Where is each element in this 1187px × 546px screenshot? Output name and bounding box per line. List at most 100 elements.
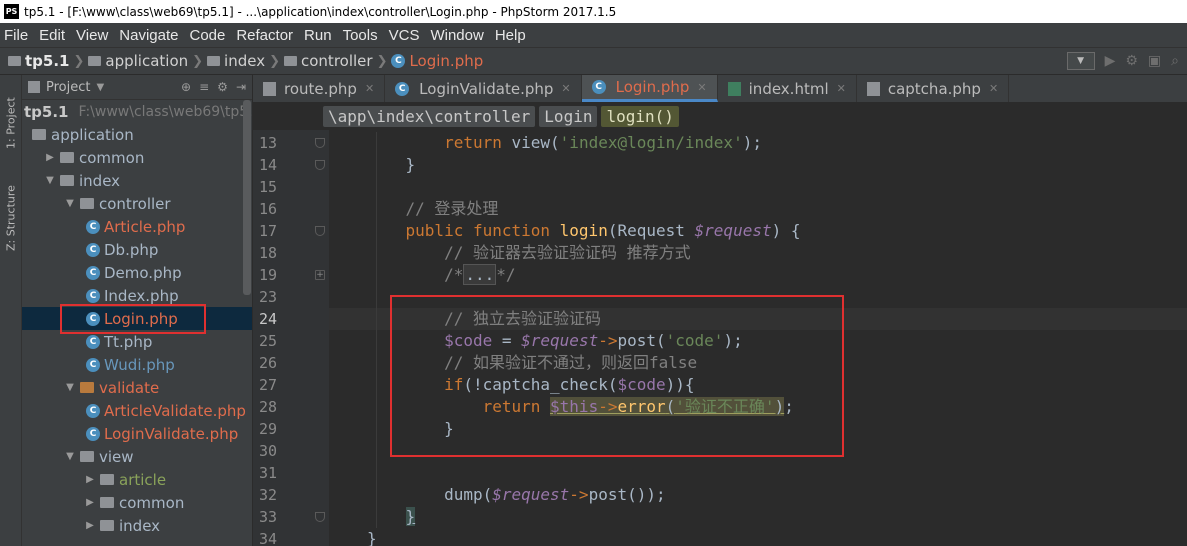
code-line[interactable]	[329, 440, 1187, 462]
project-tool-tab[interactable]: 1: Project	[0, 83, 22, 163]
close-icon[interactable]: ✕	[561, 82, 570, 95]
project-view-icon	[28, 81, 40, 93]
nav-crumb-controller[interactable]: controller ❯	[284, 52, 387, 70]
code-line[interactable]	[329, 176, 1187, 198]
chevron-right-icon[interactable]: ▶	[84, 520, 96, 531]
code-line[interactable]: }	[329, 528, 1187, 546]
tree-folder-item[interactable]: ▼ controller	[22, 192, 252, 215]
code-line[interactable]: }	[329, 154, 1187, 176]
editor-crumb[interactable]: Login	[539, 106, 598, 127]
scroll-from-source-icon[interactable]: ⊕	[181, 80, 191, 94]
chevron-down-icon[interactable]: ▼	[64, 451, 76, 462]
run-icon[interactable]: ▶	[1105, 53, 1116, 69]
menu-file[interactable]: File	[4, 27, 28, 44]
chevron-right-icon: ❯	[376, 53, 388, 69]
tree-folder-item[interactable]: ▶ index	[22, 514, 252, 537]
hide-panel-icon[interactable]: ⇥	[236, 80, 246, 94]
search-icon[interactable]: ⌕	[1171, 53, 1179, 69]
chevron-down-icon[interactable]: ▼	[44, 175, 56, 186]
tree-folder-item[interactable]: ▶ article	[22, 468, 252, 491]
nav-crumb-index[interactable]: index ❯	[207, 52, 280, 70]
chevron-down-icon[interactable]: ▼	[64, 382, 76, 393]
debug-icon[interactable]: ⚙	[1125, 53, 1138, 69]
menu-vcs[interactable]: VCS	[389, 27, 420, 44]
tab-index-html[interactable]: index.html ✕	[718, 75, 857, 102]
editor-crumb[interactable]: \app\index\controller	[323, 106, 536, 127]
tree-folder-item[interactable]: ▼ view	[22, 445, 252, 468]
code-line[interactable]: // 如果验证不通过，则返回false	[329, 352, 1187, 374]
tree-file-item[interactable]: C Tt.php	[22, 330, 252, 353]
tree-folder-item[interactable]: application	[22, 123, 252, 146]
tree-file-item[interactable]: C LoginValidate.php	[22, 422, 252, 445]
tree-file-item[interactable]: C Db.php	[22, 238, 252, 261]
fold-marker-icon[interactable]	[315, 512, 325, 522]
fold-marker-icon[interactable]	[315, 138, 325, 148]
tree-file-item[interactable]: C Demo.php	[22, 261, 252, 284]
close-icon[interactable]: ✕	[365, 82, 374, 95]
tree-folder-item[interactable]: ▼ index	[22, 169, 252, 192]
menu-view[interactable]: View	[76, 27, 108, 44]
line-number: 13	[258, 134, 277, 152]
fold-marker-icon[interactable]	[315, 226, 325, 236]
close-icon[interactable]: ✕	[989, 82, 998, 95]
code-line[interactable]: // 独立去验证验证码	[329, 308, 1187, 330]
fold-marker-icon[interactable]	[315, 160, 325, 170]
tab-login-php[interactable]: C Login.php ✕	[581, 75, 718, 102]
menu-refactor[interactable]: Refactor	[236, 27, 293, 44]
code-line[interactable]	[329, 462, 1187, 484]
tree-file-item[interactable]: C Article.php	[22, 215, 252, 238]
menu-window[interactable]: Window	[430, 27, 483, 44]
run-config-dropdown-icon[interactable]: ▼	[1066, 52, 1095, 70]
tree-folder-item[interactable]: tp5.1 F:\www\class\web69\tp5.1	[22, 100, 252, 123]
folded-code[interactable]: ...	[463, 264, 497, 285]
tree-folder-item[interactable]: ▶ common	[22, 491, 252, 514]
project-panel-title[interactable]: Project	[46, 80, 90, 95]
folder-icon	[80, 382, 94, 393]
chevron-right-icon[interactable]: ▶	[84, 474, 96, 485]
code-line[interactable]: public function login(Request $request) …	[329, 220, 1187, 242]
menu-code[interactable]: Code	[189, 27, 225, 44]
menu-edit[interactable]: Edit	[39, 27, 65, 44]
tree-folder-item[interactable]: ▶ common	[22, 146, 252, 169]
menu-run[interactable]: Run	[304, 27, 332, 44]
menu-navigate[interactable]: Navigate	[119, 27, 178, 44]
menu-tools[interactable]: Tools	[343, 27, 378, 44]
nav-crumb-login-file[interactable]: C Login.php	[391, 52, 483, 70]
nav-crumb-application[interactable]: application ❯	[88, 52, 203, 70]
code-line[interactable]	[329, 286, 1187, 308]
chevron-right-icon[interactable]: ▶	[44, 152, 56, 163]
tab-loginvalidate-php[interactable]: C LoginValidate.php ✕	[385, 75, 582, 102]
nav-crumb-project[interactable]: tp5.1 ❯	[8, 52, 84, 70]
editor-crumb[interactable]: login()	[601, 106, 679, 127]
tree-folder-item[interactable]: ▼ validate	[22, 376, 252, 399]
code-line[interactable]: dump($request->post());	[329, 484, 1187, 506]
tab-captcha-php[interactable]: captcha.php ✕	[857, 75, 1010, 102]
coverage-icon[interactable]: ▣	[1148, 53, 1161, 69]
chevron-down-icon[interactable]: ▼	[96, 82, 104, 93]
code-line[interactable]: $code = $request->post('code');	[329, 330, 1187, 352]
close-icon[interactable]: ✕	[697, 81, 706, 94]
code-line[interactable]: /*... */	[329, 264, 1187, 286]
tree-file-item[interactable]: C Login.php	[22, 307, 252, 330]
structure-tool-tab[interactable]: Z: Structure	[0, 173, 22, 263]
code-line[interactable]: return view('index@login/index');	[329, 132, 1187, 154]
code-line[interactable]: // 登录处理	[329, 198, 1187, 220]
code-line[interactable]: // 验证器去验证验证码 推荐方式	[329, 242, 1187, 264]
code-line[interactable]: if(!captcha_check($code)){	[329, 374, 1187, 396]
tab-route-php[interactable]: route.php ✕	[253, 75, 386, 102]
tree-file-item[interactable]: C ArticleValidate.php	[22, 399, 252, 422]
chevron-right-icon[interactable]: ▶	[84, 497, 96, 508]
settings-gear-icon[interactable]: ⚙	[217, 80, 228, 94]
menu-help[interactable]: Help	[495, 27, 526, 44]
code-line[interactable]: return $this->error('验证不正确');	[329, 396, 1187, 418]
collapse-all-icon[interactable]: ≡	[199, 80, 209, 94]
close-icon[interactable]: ✕	[837, 82, 846, 95]
code-line[interactable]: }	[329, 506, 1187, 528]
code-line[interactable]: }	[329, 418, 1187, 440]
chevron-down-icon[interactable]: ▼	[64, 198, 76, 209]
tree-file-item[interactable]: C Index.php	[22, 284, 252, 307]
tree-file-item[interactable]: C Wudi.php	[22, 353, 252, 376]
expand-fold-icon[interactable]: +	[315, 270, 325, 280]
code-editor[interactable]: return view('index@login/index'); } // 登…	[329, 130, 1187, 546]
project-tree-scrollbar[interactable]	[243, 100, 251, 295]
